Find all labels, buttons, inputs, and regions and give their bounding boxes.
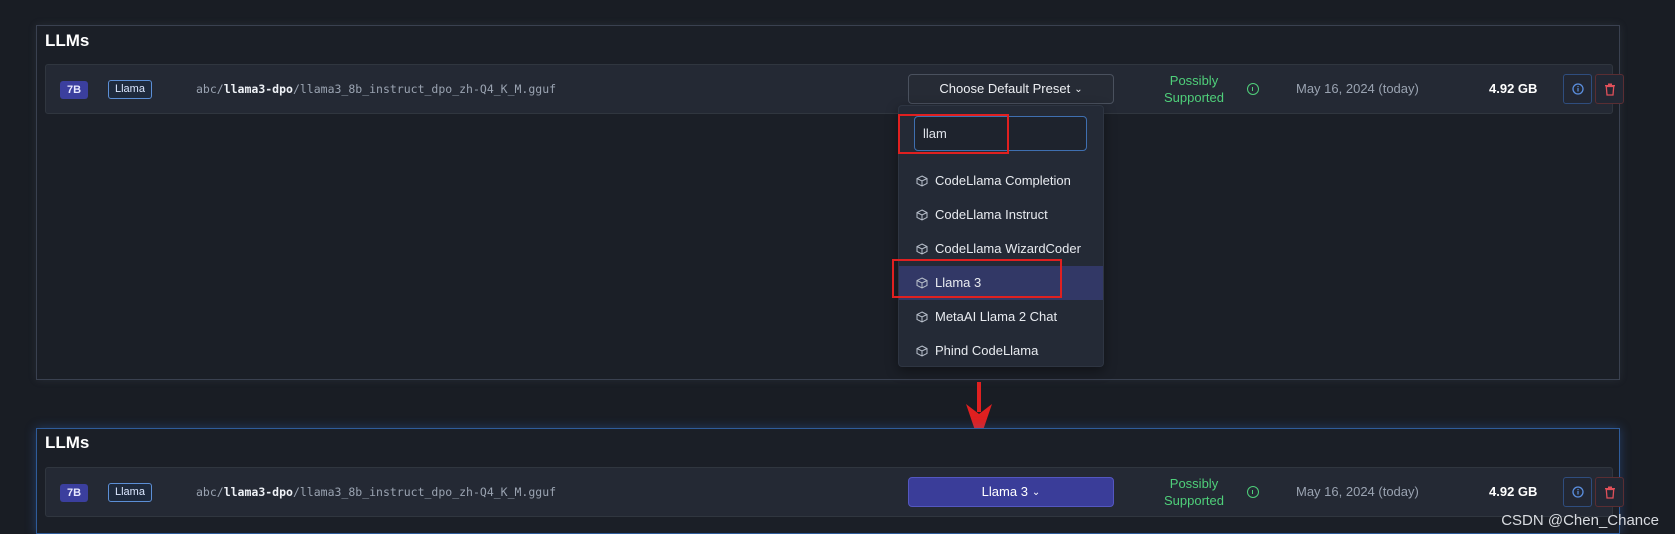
- preset-option[interactable]: MetaAI Llama 2 Chat: [899, 300, 1103, 334]
- preset-option[interactable]: Phind CodeLlama: [899, 334, 1103, 368]
- path-file: /llama3_8b_instruct_dpo_zh-Q4_K_M.gguf: [292, 485, 557, 499]
- watermark: CSDN @Chen_Chance: [1501, 512, 1659, 529]
- preset-dropdown: CodeLlama Completion CodeLlama Instruct …: [898, 105, 1104, 367]
- chevron-down-icon: ⌄: [1074, 84, 1083, 95]
- size-badge: 7B: [60, 484, 89, 502]
- preset-option-label: CodeLlama Completion: [935, 173, 1071, 188]
- model-info-button[interactable]: [1563, 74, 1592, 104]
- panel-title: LLMs: [45, 433, 90, 452]
- model-file-size: 4.92 GB: [1489, 484, 1538, 499]
- preset-option-label: Phind CodeLlama: [935, 343, 1039, 358]
- support-line-1: Possibly: [1169, 73, 1219, 88]
- preset-label: Choose Default Preset: [939, 81, 1071, 96]
- model-path: abc/llama3-dpo/llama3_8b_instruct_dpo_zh…: [196, 485, 556, 499]
- preset-option[interactable]: CodeLlama Completion: [899, 164, 1103, 198]
- support-line-2: Supported: [1164, 493, 1224, 508]
- cube-icon: [916, 243, 928, 255]
- model-row[interactable]: 7B Llama abc/llama3-dpo/llama3_8b_instru…: [45, 64, 1624, 114]
- trash-icon: [1605, 486, 1615, 499]
- support-info-icon[interactable]: [1247, 486, 1259, 498]
- panel-title: LLMs: [45, 31, 90, 50]
- cube-icon: [916, 311, 928, 323]
- support-status: Possibly Supported: [1154, 475, 1234, 509]
- cube-icon: [916, 175, 928, 187]
- path-repo: llama3-dpo: [223, 485, 293, 499]
- preset-option-label: CodeLlama Instruct: [935, 207, 1048, 222]
- support-status: Possibly Supported: [1154, 72, 1234, 106]
- preset-selected-button[interactable]: Llama 3 ⌄: [908, 477, 1114, 507]
- path-repo: llama3-dpo: [223, 82, 293, 96]
- path-prefix: abc/: [196, 82, 224, 96]
- choose-preset-button[interactable]: Choose Default Preset ⌄: [908, 74, 1114, 104]
- info-icon: [1572, 486, 1584, 498]
- cube-icon: [916, 345, 928, 357]
- arch-badge: Llama: [108, 80, 152, 99]
- preset-option-highlighted[interactable]: Llama 3: [899, 266, 1103, 300]
- delete-model-button[interactable]: [1595, 74, 1624, 104]
- llms-panel-bottom: LLMs 7B Llama abc/llama3-dpo/llama3_8b_i…: [36, 428, 1624, 534]
- model-file-size: 4.92 GB: [1489, 81, 1538, 96]
- info-icon: [1572, 83, 1584, 95]
- model-date: May 16, 2024 (today): [1296, 81, 1419, 96]
- preset-option-label: Llama 3: [935, 275, 982, 290]
- model-date: May 16, 2024 (today): [1296, 484, 1419, 499]
- model-path: abc/llama3-dpo/llama3_8b_instruct_dpo_zh…: [196, 82, 556, 96]
- model-info-button[interactable]: [1563, 477, 1592, 507]
- preset-option[interactable]: CodeLlama WizardCoder: [899, 232, 1103, 266]
- support-info-icon[interactable]: [1247, 83, 1259, 95]
- model-row[interactable]: 7B Llama abc/llama3-dpo/llama3_8b_instru…: [45, 467, 1624, 517]
- support-line-2: Supported: [1164, 90, 1224, 105]
- support-line-1: Possibly: [1169, 476, 1219, 491]
- size-badge: 7B: [60, 81, 89, 99]
- llms-panel-top: LLMs 7B Llama abc/llama3-dpo/llama3_8b_i…: [36, 25, 1624, 380]
- arch-badge: Llama: [108, 483, 152, 502]
- preset-option[interactable]: CodeLlama Instruct: [899, 198, 1103, 232]
- path-prefix: abc/: [196, 485, 224, 499]
- preset-label: Llama 3: [981, 484, 1028, 499]
- preset-option-label: MetaAI Llama 2 Chat: [935, 309, 1058, 324]
- trash-icon: [1605, 83, 1615, 96]
- preset-option-label: CodeLlama WizardCoder: [935, 241, 1081, 256]
- cube-icon: [916, 277, 928, 289]
- preset-search-input[interactable]: [914, 116, 1087, 151]
- path-file: /llama3_8b_instruct_dpo_zh-Q4_K_M.gguf: [292, 82, 557, 96]
- cube-icon: [916, 209, 928, 221]
- chevron-down-icon: ⌄: [1031, 487, 1041, 498]
- delete-model-button[interactable]: [1595, 477, 1624, 507]
